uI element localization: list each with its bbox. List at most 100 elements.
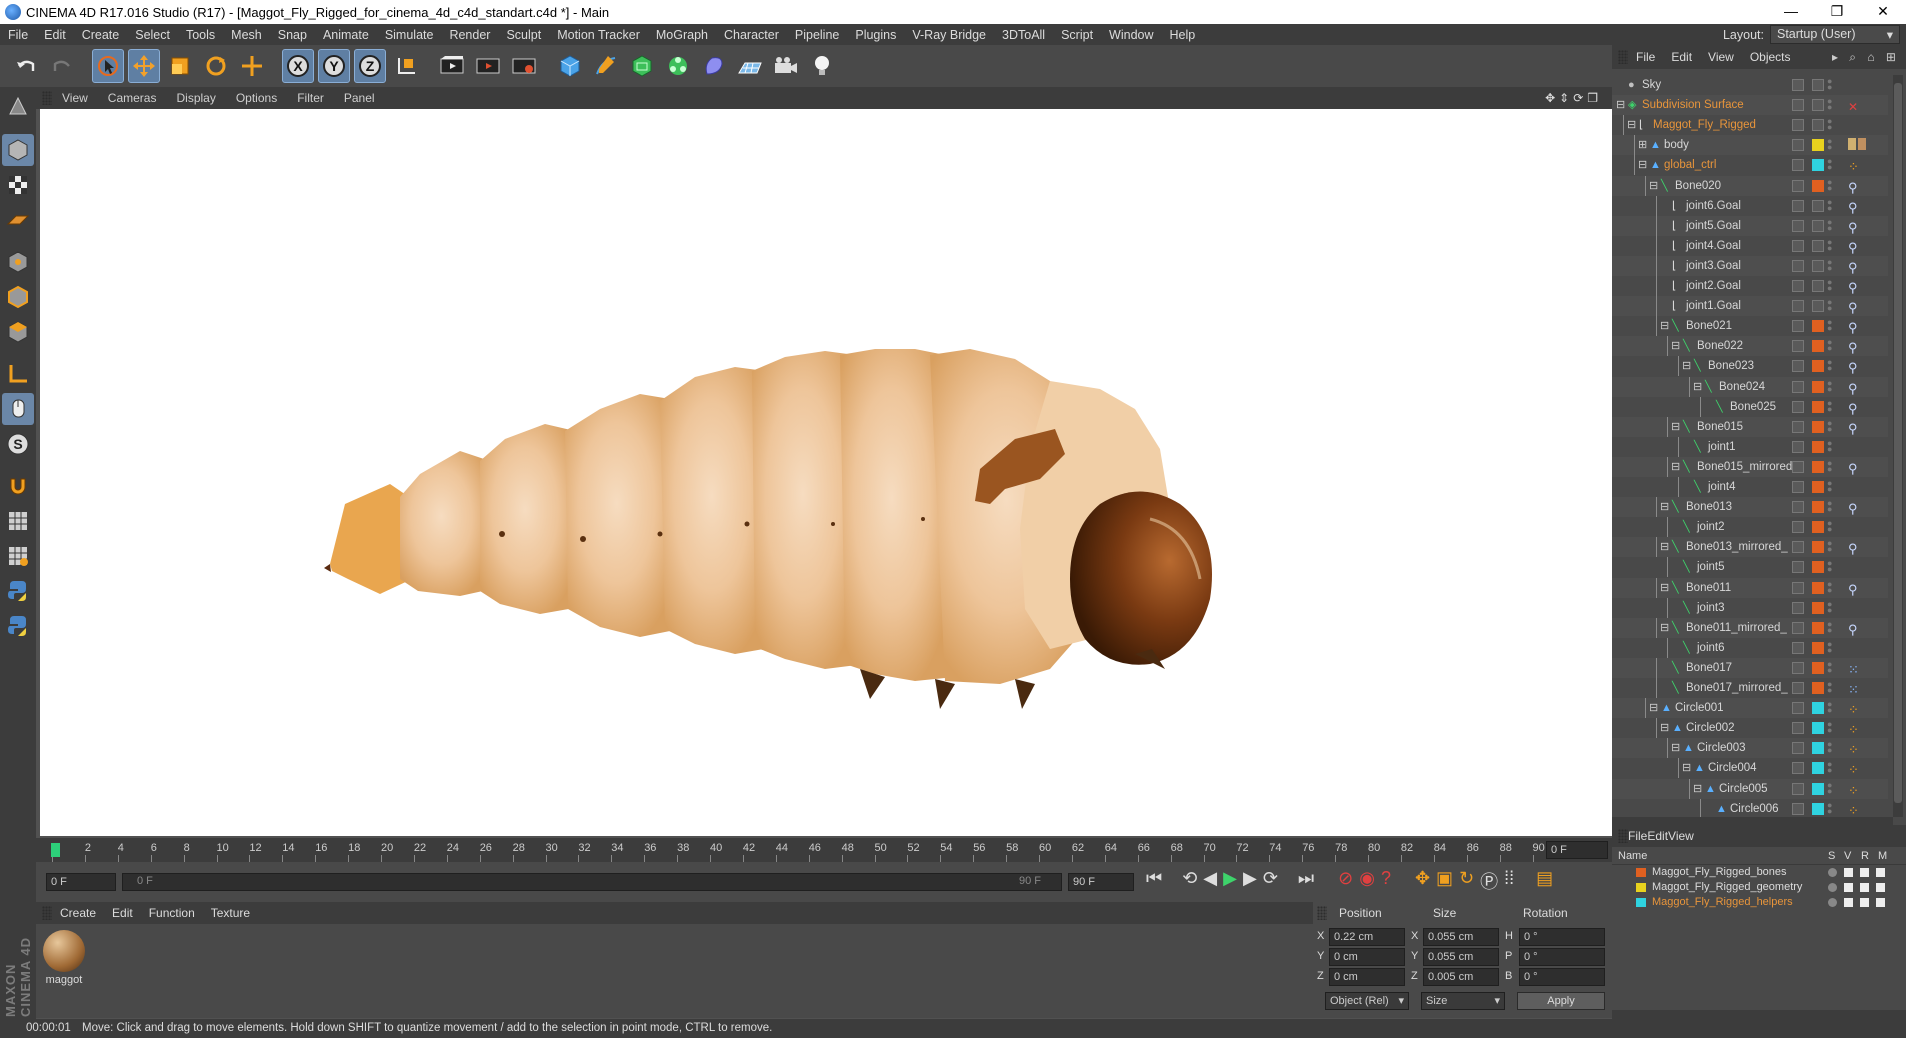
object-row[interactable]: ⊟ ╲ Bone023 ● ● ⚲ [1612, 356, 1888, 377]
magnet-button[interactable] [2, 470, 34, 502]
position-x-field[interactable]: 0.22 cm [1329, 928, 1405, 946]
autokeying-icon[interactable]: ◉ [1359, 868, 1375, 894]
ik-tag-icon[interactable]: ⚲ [1848, 218, 1866, 235]
layer-color-swatch[interactable] [1812, 661, 1824, 674]
editor-render-dots-icon[interactable]: ● ● [1827, 117, 1832, 132]
editor-render-dots-icon[interactable]: ● ● [1827, 177, 1832, 192]
position-y-field[interactable]: 0 cm [1329, 948, 1405, 966]
ik-tag-icon[interactable]: ⚲ [1848, 338, 1866, 355]
object-row[interactable]: ⊟ ╲ Bone011 ● ● ⚲ [1612, 577, 1888, 598]
editor-render-dots-icon[interactable]: ● ● [1827, 318, 1832, 333]
object-row[interactable]: ╲ joint2 ● ● [1612, 517, 1888, 538]
menu-3dtoall[interactable]: 3DToAll [994, 28, 1053, 42]
material-menu-create[interactable]: Create [52, 906, 104, 920]
visibility-checkbox[interactable] [1792, 340, 1804, 353]
current-frame-field[interactable]: 0 F [1546, 841, 1608, 859]
menu-edit[interactable]: Edit [36, 28, 74, 42]
ik-tag-icon[interactable]: ⚲ [1848, 379, 1866, 396]
expand-toggle-icon[interactable]: ⊟ [1671, 457, 1680, 477]
constraint-tag-icon[interactable]: ⁙ [1848, 660, 1866, 677]
object-row[interactable]: ╲ joint3 ● ● [1612, 597, 1888, 618]
workplane-mode-button[interactable] [2, 204, 34, 236]
layer-color-swatch[interactable] [1812, 259, 1824, 272]
layer-color-swatch[interactable] [1812, 79, 1824, 91]
object-row[interactable]: ⊟ ▲ Circle005 ● ● ⁘ [1612, 778, 1888, 799]
menu-animate[interactable]: Animate [315, 28, 377, 42]
ik-tag-icon[interactable]: ⚲ [1848, 198, 1866, 215]
layer-manager-toggle[interactable] [1876, 898, 1885, 907]
layer-color-swatch[interactable] [1812, 400, 1824, 413]
layer-color-swatch[interactable] [1812, 139, 1824, 152]
layer-color-swatch[interactable] [1812, 722, 1824, 735]
key-point-level-icon[interactable]: ⁞⁞ [1504, 868, 1514, 894]
editor-render-dots-icon[interactable]: ● ● [1827, 780, 1832, 795]
editor-render-dots-icon[interactable]: ● ● [1827, 338, 1832, 353]
coordinate-mode-dropdown[interactable]: Object (Rel) ▾ [1325, 992, 1409, 1010]
ik-tag-icon[interactable]: ⚲ [1848, 318, 1866, 335]
model-mode-button[interactable] [2, 134, 34, 166]
record-active-objects-icon[interactable]: ⊘ [1338, 868, 1353, 894]
layer-color-swatch[interactable] [1812, 99, 1824, 112]
transform-tool-button[interactable] [236, 49, 268, 83]
expand-toggle-icon[interactable]: ⊟ [1660, 497, 1669, 517]
keyframe-selection-icon[interactable]: ? [1381, 868, 1391, 894]
object-row[interactable]: ⌊ joint6.Goal ● ● ⚲ [1612, 195, 1888, 216]
scrollbar-thumb[interactable] [1894, 83, 1902, 803]
visibility-checkbox[interactable] [1792, 601, 1804, 614]
point-tag-icon[interactable]: ⁘ [1848, 781, 1866, 798]
visibility-checkbox[interactable] [1792, 259, 1804, 272]
menu-sculpt[interactable]: Sculpt [498, 28, 549, 42]
layer-color-swatch[interactable] [1812, 420, 1824, 433]
layer-render-toggle[interactable] [1860, 898, 1869, 907]
object-row[interactable]: ⌊ joint5.Goal ● ● ⚲ [1612, 215, 1888, 236]
position-z-field[interactable]: 0 cm [1329, 968, 1405, 986]
python-console-icon[interactable] [2, 610, 34, 642]
layout-dropdown[interactable]: Startup (User) ▾ [1770, 25, 1900, 44]
menu-pipeline[interactable]: Pipeline [787, 28, 847, 42]
viewport-menu-filter[interactable]: Filter [287, 91, 334, 105]
object-row[interactable]: ⊟ ╲ Bone021 ● ● ⚲ [1612, 316, 1888, 337]
editor-render-dots-icon[interactable]: ● ● [1827, 398, 1832, 413]
layer-color-swatch[interactable] [1812, 702, 1824, 715]
layer-color-swatch[interactable] [1812, 320, 1824, 333]
viewport-menu-panel[interactable]: Panel [334, 91, 385, 105]
layer-visible-toggle[interactable] [1844, 868, 1853, 877]
visibility-checkbox[interactable] [1792, 762, 1804, 775]
texture-mode-button[interactable] [2, 169, 34, 201]
layer-manager-toggle[interactable] [1876, 883, 1885, 892]
visibility-checkbox[interactable] [1792, 360, 1804, 373]
menu-mograph[interactable]: MoGraph [648, 28, 716, 42]
object-menu-edit[interactable]: Edit [1663, 50, 1700, 64]
object-manager-tools-icons[interactable]: ▸ ⌕ ⌂ ⊞ [1832, 50, 1900, 65]
object-row[interactable]: ⊟ ╲ Bone015_mirrored_ ● ● ⚲ [1612, 456, 1888, 477]
editor-render-dots-icon[interactable]: ● ● [1827, 217, 1832, 232]
layer-render-toggle[interactable] [1860, 883, 1869, 892]
frame-range-slider[interactable]: 0 F 90 F [122, 873, 1062, 891]
key-scale-icon[interactable]: ▣ [1436, 868, 1453, 894]
move-tool-button[interactable] [128, 49, 160, 83]
menu-tools[interactable]: Tools [178, 28, 223, 42]
start-frame-field[interactable]: 0 F [46, 873, 116, 891]
light-button[interactable] [806, 49, 838, 83]
expand-toggle-icon[interactable]: ⊟ [1660, 718, 1669, 738]
editor-render-dots-icon[interactable]: ● ● [1827, 97, 1832, 112]
subdivision-surface-button[interactable] [626, 49, 658, 83]
render-settings-button[interactable] [508, 49, 540, 83]
ik-tag-icon[interactable]: ⚲ [1848, 298, 1866, 315]
visibility-checkbox[interactable] [1792, 320, 1804, 333]
object-row[interactable]: ⊟ ▲ global_ctrl ● ● ⁘ [1612, 155, 1888, 176]
menu-simulate[interactable]: Simulate [377, 28, 442, 42]
object-row[interactable]: ╲ Bone017 ● ● ⁙ [1612, 657, 1888, 678]
editor-render-dots-icon[interactable]: ● ● [1827, 499, 1832, 514]
editor-render-dots-icon[interactable]: ● ● [1827, 298, 1832, 313]
key-parameter-icon[interactable]: Ⓟ [1480, 868, 1498, 894]
ik-tag-icon[interactable]: ⚲ [1848, 580, 1866, 597]
menu-window[interactable]: Window [1101, 28, 1161, 42]
visibility-checkbox[interactable] [1792, 501, 1804, 514]
object-row[interactable]: ╲ Bone017_mirrored_ ● ● ⁙ [1612, 678, 1888, 698]
constraint-tag-icon[interactable]: ⁙ [1848, 680, 1866, 697]
object-menu-objects[interactable]: Objects [1742, 50, 1799, 64]
menu-motion-tracker[interactable]: Motion Tracker [549, 28, 648, 42]
visibility-checkbox[interactable] [1792, 460, 1804, 473]
expand-toggle-icon[interactable]: ⊟ [1660, 316, 1669, 336]
